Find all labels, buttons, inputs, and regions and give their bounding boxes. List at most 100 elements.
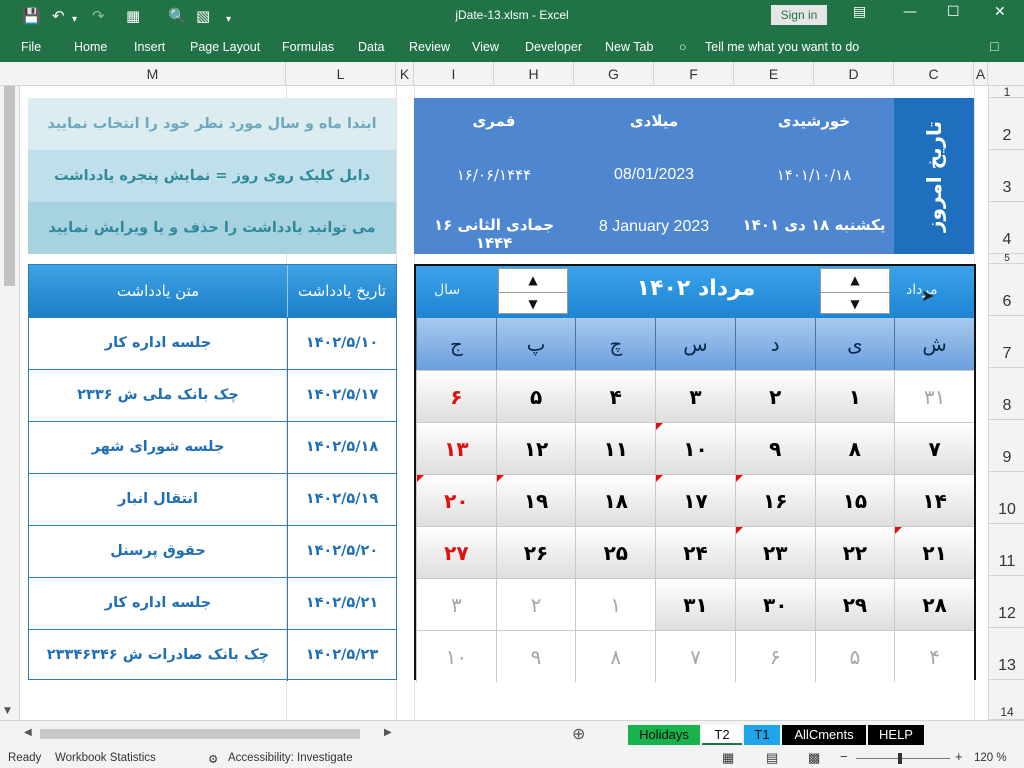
vertical-scrollbar[interactable]: ▲ ▼: [0, 62, 20, 720]
calendar-day[interactable]: ۶: [416, 370, 496, 422]
tab-insert[interactable]: Insert: [134, 40, 165, 54]
sheet-tab-t1[interactable]: T1: [744, 725, 780, 745]
row-2[interactable]: 2: [989, 98, 1024, 150]
zoom-in-icon[interactable]: +: [955, 749, 963, 764]
calendar-day[interactable]: ۱: [814, 370, 895, 422]
column-f[interactable]: F: [654, 62, 734, 86]
calendar-day[interactable]: ۸: [575, 630, 656, 682]
tab-review[interactable]: Review: [409, 40, 450, 54]
notes-row[interactable]: جلسه اداره کار ۱۴۰۲/۵/۱۰: [29, 317, 396, 369]
tab-formulas[interactable]: Formulas: [282, 40, 334, 54]
sheet-tab-holidays[interactable]: Holidays: [628, 725, 700, 745]
row-6[interactable]: 6: [989, 264, 1024, 316]
calendar-day[interactable]: ۹: [495, 630, 576, 682]
row-5[interactable]: 5: [989, 254, 1024, 264]
calendar-day[interactable]: ۲۵: [575, 526, 656, 578]
calendar-day[interactable]: ۷: [655, 630, 735, 682]
scroll-down-icon[interactable]: ▼: [4, 706, 11, 716]
calendar-day[interactable]: ۵: [814, 630, 895, 682]
row-11[interactable]: 11: [989, 524, 1024, 576]
row-8[interactable]: 8: [989, 368, 1024, 420]
calendar-day[interactable]: ۲: [734, 370, 815, 422]
calendar-day[interactable]: ۳: [655, 370, 735, 422]
column-h[interactable]: H: [494, 62, 574, 86]
notes-row[interactable]: جلسه اداره کار ۱۴۰۲/۵/۲۱: [29, 577, 396, 629]
calendar-day[interactable]: ۴: [894, 630, 974, 682]
month-up-button[interactable]: ▲: [821, 269, 889, 291]
sheet-tab-allcments[interactable]: AllCments: [782, 725, 866, 745]
tab-home[interactable]: Home: [74, 40, 107, 54]
calendar-day[interactable]: ۶: [734, 630, 815, 682]
calendar-day[interactable]: ۱۷: [655, 474, 735, 526]
calendar-day[interactable]: ۱۰: [416, 630, 496, 682]
calendar-day[interactable]: ۱۸: [575, 474, 656, 526]
calendar-day[interactable]: ۲۶: [495, 526, 576, 578]
calendar-day[interactable]: ۲۴: [655, 526, 735, 578]
calendar-day[interactable]: ۳: [416, 578, 496, 630]
calendar-day[interactable]: ۳۱: [894, 370, 974, 422]
notes-row[interactable]: جلسه شورای شهر ۱۴۰۲/۵/۱۸: [29, 421, 396, 473]
calendar-day[interactable]: ۲۳: [734, 526, 815, 578]
tab-new-tab[interactable]: New Tab: [605, 40, 653, 54]
tell-me-search[interactable]: Tell me what you want to do: [705, 40, 859, 54]
notes-row[interactable]: چک بانک صادرات ش ۲۳۳۴۶۳۴۶ ۱۴۰۲/۵/۲۳: [29, 629, 396, 681]
calendar-day[interactable]: ۲: [495, 578, 576, 630]
page-layout-view-icon[interactable]: ▤: [766, 750, 778, 766]
month-spinner[interactable]: ▲ ▼: [820, 268, 890, 314]
calendar-day[interactable]: ۱۲: [495, 422, 576, 474]
zoom-out-icon[interactable]: −: [840, 749, 848, 764]
calendar-day[interactable]: ۱۹: [495, 474, 576, 526]
month-down-button[interactable]: ▼: [821, 292, 889, 314]
row-1[interactable]: 1: [989, 86, 1024, 98]
notes-row[interactable]: حقوق پرسنل ۱۴۰۲/۵/۲۰: [29, 525, 396, 577]
scroll-left-icon[interactable]: ◀: [24, 727, 32, 738]
column-i[interactable]: I: [414, 62, 494, 86]
column-a[interactable]: A: [974, 62, 988, 86]
add-sheet-icon[interactable]: ⊕: [572, 724, 585, 743]
calendar-day[interactable]: ۳۰: [734, 578, 815, 630]
scroll-thumb[interactable]: [4, 86, 15, 286]
year-up-button[interactable]: ▲: [499, 269, 567, 291]
row-12[interactable]: 12: [989, 576, 1024, 628]
tab-file[interactable]: File: [21, 40, 41, 54]
row-14[interactable]: 14: [989, 680, 1024, 720]
row-10[interactable]: 10: [989, 472, 1024, 524]
column-l[interactable]: L: [286, 62, 396, 86]
year-down-button[interactable]: ▼: [499, 292, 567, 314]
column-e[interactable]: E: [734, 62, 814, 86]
calendar-day[interactable]: ۲۱: [894, 526, 974, 578]
row-13[interactable]: 13: [989, 628, 1024, 680]
page-break-view-icon[interactable]: ▩: [808, 750, 820, 766]
zoom-level[interactable]: 120 %: [974, 752, 1007, 764]
row-4[interactable]: 4: [989, 202, 1024, 254]
ribbon-display-icon[interactable]: ▤: [853, 4, 866, 20]
row-3[interactable]: 3: [989, 150, 1024, 202]
close-icon[interactable]: ✕: [994, 4, 1006, 20]
calendar-day[interactable]: ۸: [814, 422, 895, 474]
calendar-day[interactable]: ۴: [575, 370, 656, 422]
calendar-day[interactable]: ۲۰: [416, 474, 496, 526]
maximize-icon[interactable]: ☐: [947, 4, 960, 20]
accessibility-status[interactable]: Accessibility: Investigate: [228, 752, 353, 764]
minimize-icon[interactable]: —: [903, 4, 917, 20]
year-spinner[interactable]: ▲ ▼: [498, 268, 568, 314]
calendar-day[interactable]: ۲۹: [814, 578, 895, 630]
workbook-statistics[interactable]: Workbook Statistics: [55, 752, 156, 764]
column-k[interactable]: K: [396, 62, 414, 86]
column-g[interactable]: G: [574, 62, 654, 86]
calendar-day[interactable]: ۱: [575, 578, 656, 630]
tab-data[interactable]: Data: [358, 40, 384, 54]
calendar-day[interactable]: ۲۷: [416, 526, 496, 578]
column-d[interactable]: D: [814, 62, 894, 86]
calendar-day[interactable]: ۱۶: [734, 474, 815, 526]
tab-view[interactable]: View: [472, 40, 499, 54]
calendar-day[interactable]: ۷: [894, 422, 974, 474]
row-7[interactable]: 7: [989, 316, 1024, 368]
calendar-day[interactable]: ۱۴: [894, 474, 974, 526]
calendar-day[interactable]: ۱۵: [814, 474, 895, 526]
scroll-right-icon[interactable]: ▶: [384, 727, 392, 738]
calendar-day[interactable]: ۱۰: [655, 422, 735, 474]
calendar-day[interactable]: ۱۳: [416, 422, 496, 474]
row-9[interactable]: 9: [989, 420, 1024, 472]
column-c[interactable]: C: [894, 62, 974, 86]
